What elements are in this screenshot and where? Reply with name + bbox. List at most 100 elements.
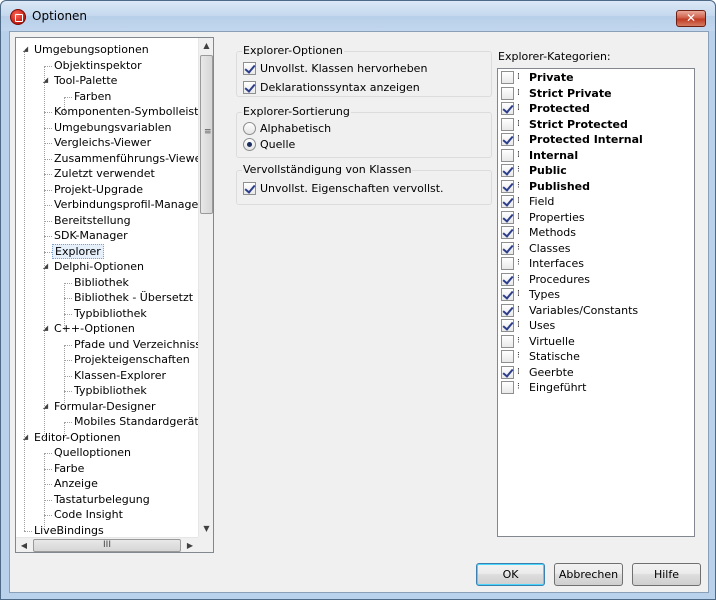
category-checkbox[interactable]: [501, 257, 514, 270]
title-bar[interactable]: Optionen ✕: [1, 1, 715, 31]
tree-item[interactable]: Pfade und Verzeichnisse: [74, 337, 208, 352]
tree-item[interactable]: Bereitstellung: [54, 213, 131, 228]
cancel-button[interactable]: Abbrechen: [554, 563, 623, 586]
category-item[interactable]: ⁞ Private: [498, 70, 694, 85]
tree-item[interactable]: Komponenten-Symbolleiste: [54, 104, 205, 119]
category-item[interactable]: ⁝ Interfaces: [498, 256, 694, 271]
category-item[interactable]: ⁞ Protected Internal: [498, 132, 694, 147]
category-checkbox[interactable]: [501, 366, 514, 379]
tree-item[interactable]: Editor-Optionen: [34, 430, 121, 445]
category-item[interactable]: ⁝ Public: [498, 163, 694, 178]
category-item[interactable]: ⁝ Virtuelle: [498, 334, 694, 349]
tree-item[interactable]: Projekteigenschaften: [74, 352, 190, 367]
tree-item[interactable]: Umgebungsoptionen: [34, 42, 149, 57]
category-checkbox[interactable]: [501, 133, 514, 146]
category-item[interactable]: ⁞ Geerbte: [498, 365, 694, 380]
tree-item[interactable]: Bibliothek: [74, 275, 129, 290]
expander-icon[interactable]: ◢: [21, 433, 30, 442]
category-item[interactable]: ⁞ Properties: [498, 210, 694, 225]
category-item[interactable]: ⁝ Published: [498, 179, 694, 194]
tree-item[interactable]: Formular-Designer: [54, 399, 156, 414]
tree-vertical-scrollbar[interactable]: ▲ ≡ ▼: [198, 38, 213, 537]
tree-item[interactable]: Umgebungsvariablen: [54, 120, 172, 135]
scroll-up-icon[interactable]: ▲: [199, 38, 213, 54]
category-item[interactable]: ⁞ Types: [498, 287, 694, 302]
expander-icon[interactable]: ◢: [21, 45, 30, 54]
sort-alphabetical-radio[interactable]: [243, 122, 256, 135]
help-button[interactable]: Hilfe: [632, 563, 701, 586]
options-tree[interactable]: Umgebungsoptionen ◢ Objektinspektor Tool-Pa…: [15, 37, 214, 553]
tree-item[interactable]: Zusammenführungs-Viewer: [54, 151, 206, 166]
category-checkbox[interactable]: [501, 118, 514, 131]
category-item[interactable]: ⁝ Statische: [498, 349, 694, 364]
tree-item[interactable]: Explorer: [52, 244, 104, 259]
category-checkbox[interactable]: [501, 164, 514, 177]
category-checkbox[interactable]: [501, 319, 514, 332]
category-checkbox[interactable]: [501, 180, 514, 193]
category-item[interactable]: ⁞ Variables/Constants: [498, 303, 694, 318]
scroll-left-icon[interactable]: ◀: [16, 538, 32, 552]
category-checkbox[interactable]: [501, 273, 514, 286]
close-button[interactable]: ✕: [676, 10, 706, 27]
tree-item[interactable]: Vergleichs-Viewer: [54, 135, 151, 150]
tree-item[interactable]: Farbe: [54, 461, 84, 476]
tree-item[interactable]: Bibliothek - Übersetzt: [74, 290, 193, 305]
category-item[interactable]: ⁞ Methods: [498, 225, 694, 240]
category-item[interactable]: ⁝ Classes: [498, 241, 694, 256]
tree-item[interactable]: Tool-Palette: [54, 73, 117, 88]
tree-item[interactable]: Objektinspektor: [54, 58, 142, 73]
category-item[interactable]: ⁞ Field: [498, 194, 694, 209]
tree-item[interactable]: Code Insight: [54, 507, 123, 522]
category-checkbox[interactable]: [501, 226, 514, 239]
tree-item[interactable]: Typbibliothek: [74, 383, 147, 398]
expander-icon[interactable]: ◢: [41, 262, 50, 271]
category-item[interactable]: ⁝ Eingeführt: [498, 380, 694, 395]
ok-button[interactable]: OK: [476, 563, 545, 586]
highlight-incomplete-checkbox[interactable]: [243, 62, 256, 75]
scroll-down-icon[interactable]: ▼: [199, 521, 213, 537]
category-checkbox[interactable]: [501, 381, 514, 394]
category-item[interactable]: ⁞ Internal: [498, 148, 694, 163]
category-checkbox[interactable]: [501, 335, 514, 348]
tree-item[interactable]: Zuletzt verwendet: [54, 166, 155, 181]
category-item[interactable]: ⁝ Procedures: [498, 272, 694, 287]
expander-icon[interactable]: ◢: [41, 402, 50, 411]
tree-item[interactable]: Quelloptionen: [54, 445, 131, 460]
scroll-thumb[interactable]: ≡: [200, 55, 213, 214]
expander-icon[interactable]: ◢: [41, 76, 50, 85]
tree-item[interactable]: SDK-Manager: [54, 228, 128, 243]
category-checkbox[interactable]: [501, 211, 514, 224]
sort-source-radio[interactable]: [243, 138, 256, 151]
tree-item[interactable]: Farben: [74, 89, 111, 104]
tree-item[interactable]: C++-Optionen: [54, 321, 135, 336]
category-checkbox[interactable]: [501, 350, 514, 363]
categories-list[interactable]: ⁞ Private ⁞ Strict Private ⁞ Protected ⁞ Strict…: [497, 68, 695, 537]
category-checkbox[interactable]: [501, 102, 514, 115]
category-checkbox[interactable]: [501, 242, 514, 255]
tree-item[interactable]: Projekt-Upgrade: [54, 182, 143, 197]
tree-item[interactable]: Verbindungsprofil-Manager: [54, 197, 203, 212]
category-checkbox[interactable]: [501, 87, 514, 100]
tree-item[interactable]: Mobiles Standardgerät: [74, 414, 199, 429]
category-item[interactable]: ⁞ Strict Protected: [498, 117, 694, 132]
category-checkbox[interactable]: [501, 304, 514, 317]
tree-horizontal-scrollbar[interactable]: ◀ III ▶: [16, 537, 198, 552]
declaration-syntax-checkbox[interactable]: [243, 81, 256, 94]
expander-icon[interactable]: ◢: [41, 324, 50, 333]
scroll-right-icon[interactable]: ▶: [182, 538, 198, 552]
tree-item[interactable]: Anzeige: [54, 476, 98, 491]
category-item[interactable]: ⁞ Strict Private: [498, 86, 694, 101]
category-item[interactable]: ⁞ Uses: [498, 318, 694, 333]
tree-item[interactable]: Klassen-Explorer: [74, 368, 166, 383]
tree-item[interactable]: Typbibliothek: [74, 306, 147, 321]
tree-item[interactable]: Tastaturbelegung: [54, 492, 150, 507]
tree-item[interactable]: Delphi-Optionen: [54, 259, 144, 274]
complete-properties-checkbox[interactable]: [243, 182, 256, 195]
category-checkbox[interactable]: [501, 288, 514, 301]
hscroll-thumb[interactable]: III: [33, 539, 181, 552]
category-checkbox[interactable]: [501, 195, 514, 208]
category-item[interactable]: ⁞ Protected: [498, 101, 694, 116]
category-checkbox[interactable]: [501, 71, 514, 84]
tree-connector: [44, 112, 52, 113]
category-checkbox[interactable]: [501, 149, 514, 162]
